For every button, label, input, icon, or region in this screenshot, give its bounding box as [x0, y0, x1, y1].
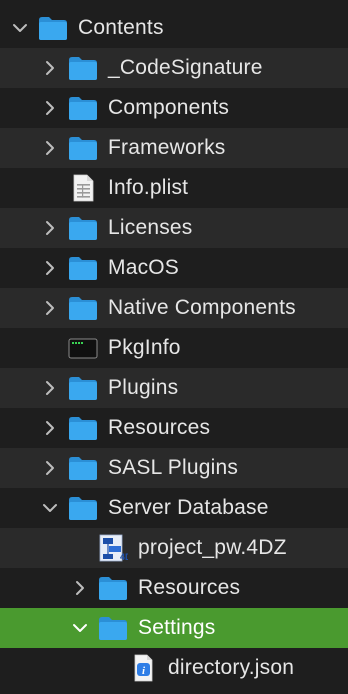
tree-row-macos[interactable]: MacOS — [0, 248, 348, 288]
chevron-right-icon[interactable] — [42, 220, 58, 236]
tree-row-licenses[interactable]: Licenses — [0, 208, 348, 248]
folder-icon — [68, 374, 98, 402]
chevron-down-icon[interactable] — [12, 20, 28, 36]
tree-row-codesignature[interactable]: _CodeSignature — [0, 48, 348, 88]
tree-row-server-database[interactable]: Server Database — [0, 488, 348, 528]
chevron-right-icon[interactable] — [42, 300, 58, 316]
tree-row-pkginfo[interactable]: PkgInfo — [0, 328, 348, 368]
tree-row-contents[interactable]: Contents — [0, 8, 348, 48]
chevron-right-icon[interactable] — [42, 460, 58, 476]
tree-row-label: Licenses — [108, 216, 193, 239]
chevron-right-icon[interactable] — [42, 60, 58, 76]
tree-row-label: directory.json — [168, 656, 295, 679]
folder-icon — [68, 414, 98, 442]
4d-database-file-icon: 4D — [98, 534, 128, 562]
tree-row-label: project_pw.4DZ — [138, 536, 287, 559]
folder-icon — [68, 294, 98, 322]
tree-row-components[interactable]: Components — [0, 88, 348, 128]
tree-row-label: Resources — [108, 416, 211, 439]
tree-row-settings[interactable]: Settings — [0, 608, 348, 648]
folder-icon — [68, 454, 98, 482]
chevron-right-icon[interactable] — [42, 140, 58, 156]
chevron-down-icon[interactable] — [72, 620, 88, 636]
tree-row-info-plist[interactable]: Info.plist — [0, 168, 348, 208]
svg-text:4D: 4D — [120, 552, 128, 562]
tree-row-label: Server Database — [108, 496, 269, 519]
executable-file-icon — [68, 334, 98, 362]
tree-row-resources[interactable]: Resources — [0, 568, 348, 608]
folder-icon — [68, 134, 98, 162]
tree-row-label: MacOS — [108, 256, 180, 279]
tree-row-sasl-plugins[interactable]: SASL Plugins — [0, 448, 348, 488]
chevron-right-icon[interactable] — [42, 100, 58, 116]
tree-row-plugins[interactable]: Plugins — [0, 368, 348, 408]
tree-row-label: SASL Plugins — [108, 456, 239, 479]
tree-row-label: Resources — [138, 576, 241, 599]
tree-row-label: PkgInfo — [108, 336, 181, 359]
tree-row-native-components[interactable]: Native Components — [0, 288, 348, 328]
chevron-right-icon[interactable] — [72, 580, 88, 596]
folder-icon — [68, 254, 98, 282]
tree-row-directory-json[interactable]: i directory.json — [0, 648, 348, 688]
folder-icon — [38, 14, 68, 42]
folder-icon — [68, 214, 98, 242]
chevron-right-icon[interactable] — [42, 260, 58, 276]
folder-icon — [68, 94, 98, 122]
tree-row-resources[interactable]: Resources — [0, 408, 348, 448]
chevron-down-icon[interactable] — [42, 500, 58, 516]
tree-row-label: Frameworks — [108, 136, 226, 159]
plist-file-icon — [68, 174, 98, 202]
tree-row-label: Info.plist — [108, 176, 189, 199]
tree-row-label: Contents — [78, 16, 164, 39]
json-file-icon: i — [128, 654, 158, 682]
tree-row-label: _CodeSignature — [108, 56, 263, 79]
tree-row-label: Components — [108, 96, 230, 119]
folder-icon — [98, 614, 128, 642]
chevron-right-icon[interactable] — [42, 420, 58, 436]
tree-row-frameworks[interactable]: Frameworks — [0, 128, 348, 168]
tree-row-label: Plugins — [108, 376, 179, 399]
folder-icon — [98, 574, 128, 602]
folder-icon — [68, 54, 98, 82]
tree-row-project-pw-4dz[interactable]: 4D project_pw.4DZ — [0, 528, 348, 568]
tree-row-label: Settings — [138, 616, 216, 639]
tree-row-label: Native Components — [108, 296, 296, 319]
folder-icon — [68, 494, 98, 522]
file-tree: Contents _CodeSignature Components Framewor… — [0, 0, 348, 694]
chevron-right-icon[interactable] — [42, 380, 58, 396]
